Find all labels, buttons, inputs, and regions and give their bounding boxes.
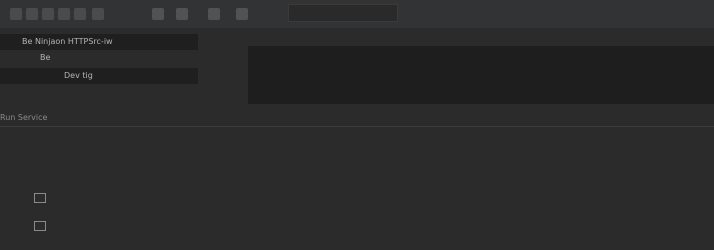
search-icon[interactable]: [152, 8, 164, 20]
trash-icon[interactable]: [34, 221, 46, 231]
output-panel: [58, 127, 714, 250]
stop-icon[interactable]: [58, 8, 70, 20]
arrow-icon[interactable]: [236, 8, 248, 20]
debug-icon[interactable]: [26, 8, 38, 20]
refresh-icon[interactable]: [42, 8, 54, 20]
tree-item-label: Be: [40, 53, 51, 62]
editor-tabs: [254, 31, 664, 43]
console-area: [248, 46, 714, 104]
bottom-gutter: [0, 127, 58, 250]
tree-item-label: Be Ninjaon HTTPSrc-iw: [22, 37, 113, 46]
tree-item[interactable]: Dev tig: [0, 68, 198, 84]
tree-item[interactable]: [0, 92, 198, 108]
tree-item[interactable]: Be: [0, 50, 198, 66]
run-icon[interactable]: [10, 8, 22, 20]
tree-item-label: Dev tig: [64, 71, 93, 80]
settings-icon[interactable]: [208, 8, 220, 20]
project-tree: Be Ninjaon HTTPSrc-iw Be Dev tig: [0, 28, 198, 124]
tree-item[interactable]: Be Ninjaon HTTPSrc-iw: [0, 34, 198, 50]
main-toolbar: [0, 0, 714, 28]
menu-icon[interactable]: [92, 8, 104, 20]
bottom-panel-tabs[interactable]: Run Service: [0, 112, 150, 124]
layout-icon[interactable]: [74, 8, 86, 20]
minus-icon[interactable]: [176, 8, 188, 20]
print-icon[interactable]: [34, 193, 46, 203]
run-config-field-text: [300, 7, 380, 19]
